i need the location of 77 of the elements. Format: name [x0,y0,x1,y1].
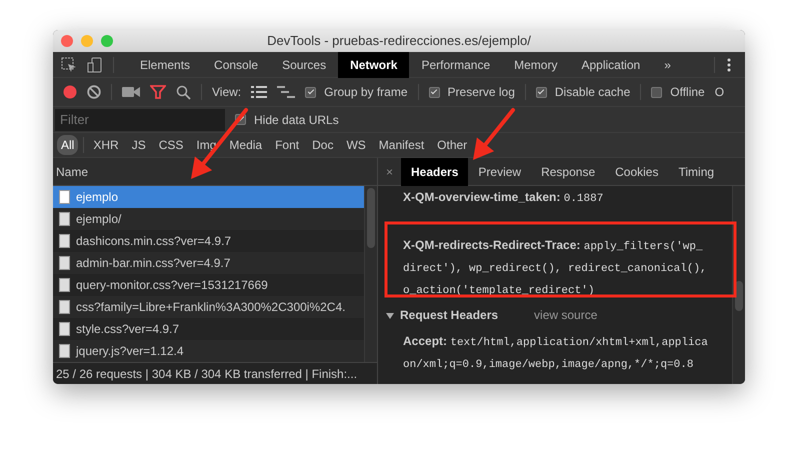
header-value: apply_filters('wp_ [584,241,703,253]
status-bar: 25 / 26 requests | 304 KB / 304 KB transferred | Finish:... [53,362,377,384]
request-row[interactable]: style.css?ver=4.9.7 [53,318,364,340]
type-filter-button[interactable]: Font [271,135,304,155]
file-icon [59,322,70,336]
header-value: text/html,application/xhtml+xml,applica [450,337,708,349]
checkbox-option[interactable]: Hide data URLs [235,110,339,128]
checkbox-option[interactable]: Preserve log [428,83,515,101]
file-icon [59,234,70,248]
checkbox-option[interactable]: Offline [651,83,705,101]
checkbox-option[interactable]: Disable cache [536,83,630,101]
request-row[interactable]: dashicons.min.css?ver=4.9.7 [53,230,364,252]
clear-icon[interactable] [87,85,101,99]
detail-tab[interactable]: Response [531,158,606,186]
type-filter-button[interactable]: XHR [89,135,123,155]
request-row[interactable]: jquery.js?ver=1.12.4 [53,340,364,362]
filter-icon[interactable] [150,85,166,99]
type-filter-button[interactable]: Other [433,135,472,155]
section-title: Request Headers [400,308,498,322]
window-title: DevTools - pruebas-redirecciones.es/ejemplo/ [267,32,531,50]
type-filter-button[interactable]: CSS [154,135,188,155]
type-filter-button[interactable]: Media [225,135,266,155]
section-toggle[interactable]: Request Headers [386,306,498,324]
more-tabs-button[interactable]: » [652,52,683,78]
detail-tab[interactable]: Cookies [605,158,668,186]
type-filter-button[interactable]: WS [342,135,370,155]
type-filter-button[interactable]: All [57,135,78,155]
request-row[interactable]: admin-bar.min.css?ver=4.9.7 [53,252,364,274]
panel-tab[interactable]: Application [569,52,652,78]
panel-tab[interactable]: Network [338,52,410,78]
panel-tab[interactable]: Sources [270,52,338,78]
file-icon [59,212,70,226]
panel-tab[interactable]: Console [202,52,270,78]
record-button[interactable] [63,85,77,99]
waterfall-view-icon[interactable] [277,86,296,98]
panel-tab[interactable]: Memory [502,52,570,78]
triangle-icon[interactable] [386,312,394,320]
toolbar-label: O [714,84,724,101]
file-icon [59,190,70,204]
detail-tab[interactable]: Timing [668,158,724,186]
more-options-icon[interactable] [727,58,731,72]
search-icon[interactable] [176,84,191,100]
file-icon [59,256,70,270]
column-header[interactable]: Name [56,162,88,180]
panel-tab[interactable]: Performance [409,52,502,78]
type-filter-button[interactable]: JS [128,135,150,155]
header-value: direct'), wp_redirect(), redirect_canonical(), [403,263,707,275]
list-view-icon[interactable] [251,86,268,98]
header-value: o_action('template_redirect') [403,285,594,297]
scrollbar[interactable] [732,186,745,384]
request-row[interactable]: css?family=Libre+Franklin%3A300%2C300i%2C4. [53,296,364,318]
request-row[interactable]: query-monitor.css?ver=1531217669 [53,274,364,296]
scrollbar[interactable] [364,186,377,362]
request-row[interactable]: ejemplo/ [53,208,364,230]
file-icon [59,300,70,314]
camera-icon[interactable] [122,86,140,98]
arrow-annotation [473,108,515,160]
header-value: on/xml;q=0.9,image/webp,image/apng,*/*;q=0.8 [403,359,694,371]
close-button[interactable]: × [378,162,402,180]
header-name: Accept: [403,334,448,348]
filter-field[interactable]: Filter [55,108,225,130]
device-icon[interactable] [87,56,103,72]
view-source-link[interactable]: view source [534,306,598,324]
checkbox-option[interactable]: Group by frame [305,83,408,101]
type-filter-button[interactable]: Manifest [374,135,428,155]
header-name: X-QM-redirects-Redirect-Trace: [403,238,580,252]
file-icon [59,278,70,292]
header-value: 0.1887 [564,193,604,205]
inspect-icon[interactable] [61,56,77,72]
detail-tab[interactable]: Headers [401,158,468,186]
file-icon [59,344,70,358]
view-label: View: [212,84,242,101]
type-filter-button[interactable]: Doc [308,135,338,155]
detail-tab[interactable]: Preview [468,158,532,186]
panel-tab[interactable]: Elements [128,52,202,78]
header-name: X-QM-overview-time_taken: [403,190,560,204]
request-row[interactable]: ejemplo [53,186,364,208]
